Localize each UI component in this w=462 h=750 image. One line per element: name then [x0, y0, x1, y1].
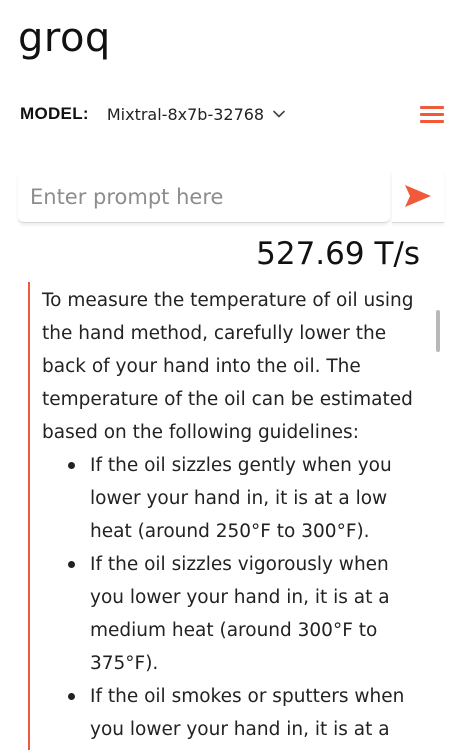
groq-logo[interactable]: groq: [18, 18, 111, 58]
model-select[interactable]: Mixtral-8x7b-32768: [107, 105, 286, 124]
response-panel[interactable]: To measure the temperature of oil using …: [28, 282, 440, 750]
model-row: MODEL: Mixtral-8x7b-32768: [20, 102, 444, 126]
model-label: MODEL:: [20, 104, 89, 123]
chevron-down-icon: [273, 110, 285, 118]
response-intro: To measure the temperature of oil using …: [42, 290, 414, 443]
app-screen: groq MODEL: Mixtral-8x7b-32768 527.69 T/…: [0, 0, 462, 750]
response-body: To measure the temperature of oil using …: [42, 284, 426, 750]
send-arrow-icon: [405, 185, 431, 207]
response-bullet: If the oil smokes or sputters when you l…: [68, 680, 426, 750]
response-bullet: If the oil sizzles gently when you lower…: [68, 449, 426, 548]
response-bullet: If the oil sizzles vigorously when you l…: [68, 548, 426, 680]
prompt-field: [18, 170, 390, 223]
send-button[interactable]: [392, 170, 444, 223]
prompt-input[interactable]: [28, 178, 382, 216]
scrollbar-thumb[interactable]: [436, 310, 440, 352]
model-value: Mixtral-8x7b-32768: [106, 104, 265, 124]
tokens-per-second: 527.69 T/s: [256, 236, 420, 272]
hamburger-menu-icon[interactable]: [418, 102, 446, 126]
response-bullet-list: If the oil sizzles gently when you lower…: [42, 449, 426, 750]
